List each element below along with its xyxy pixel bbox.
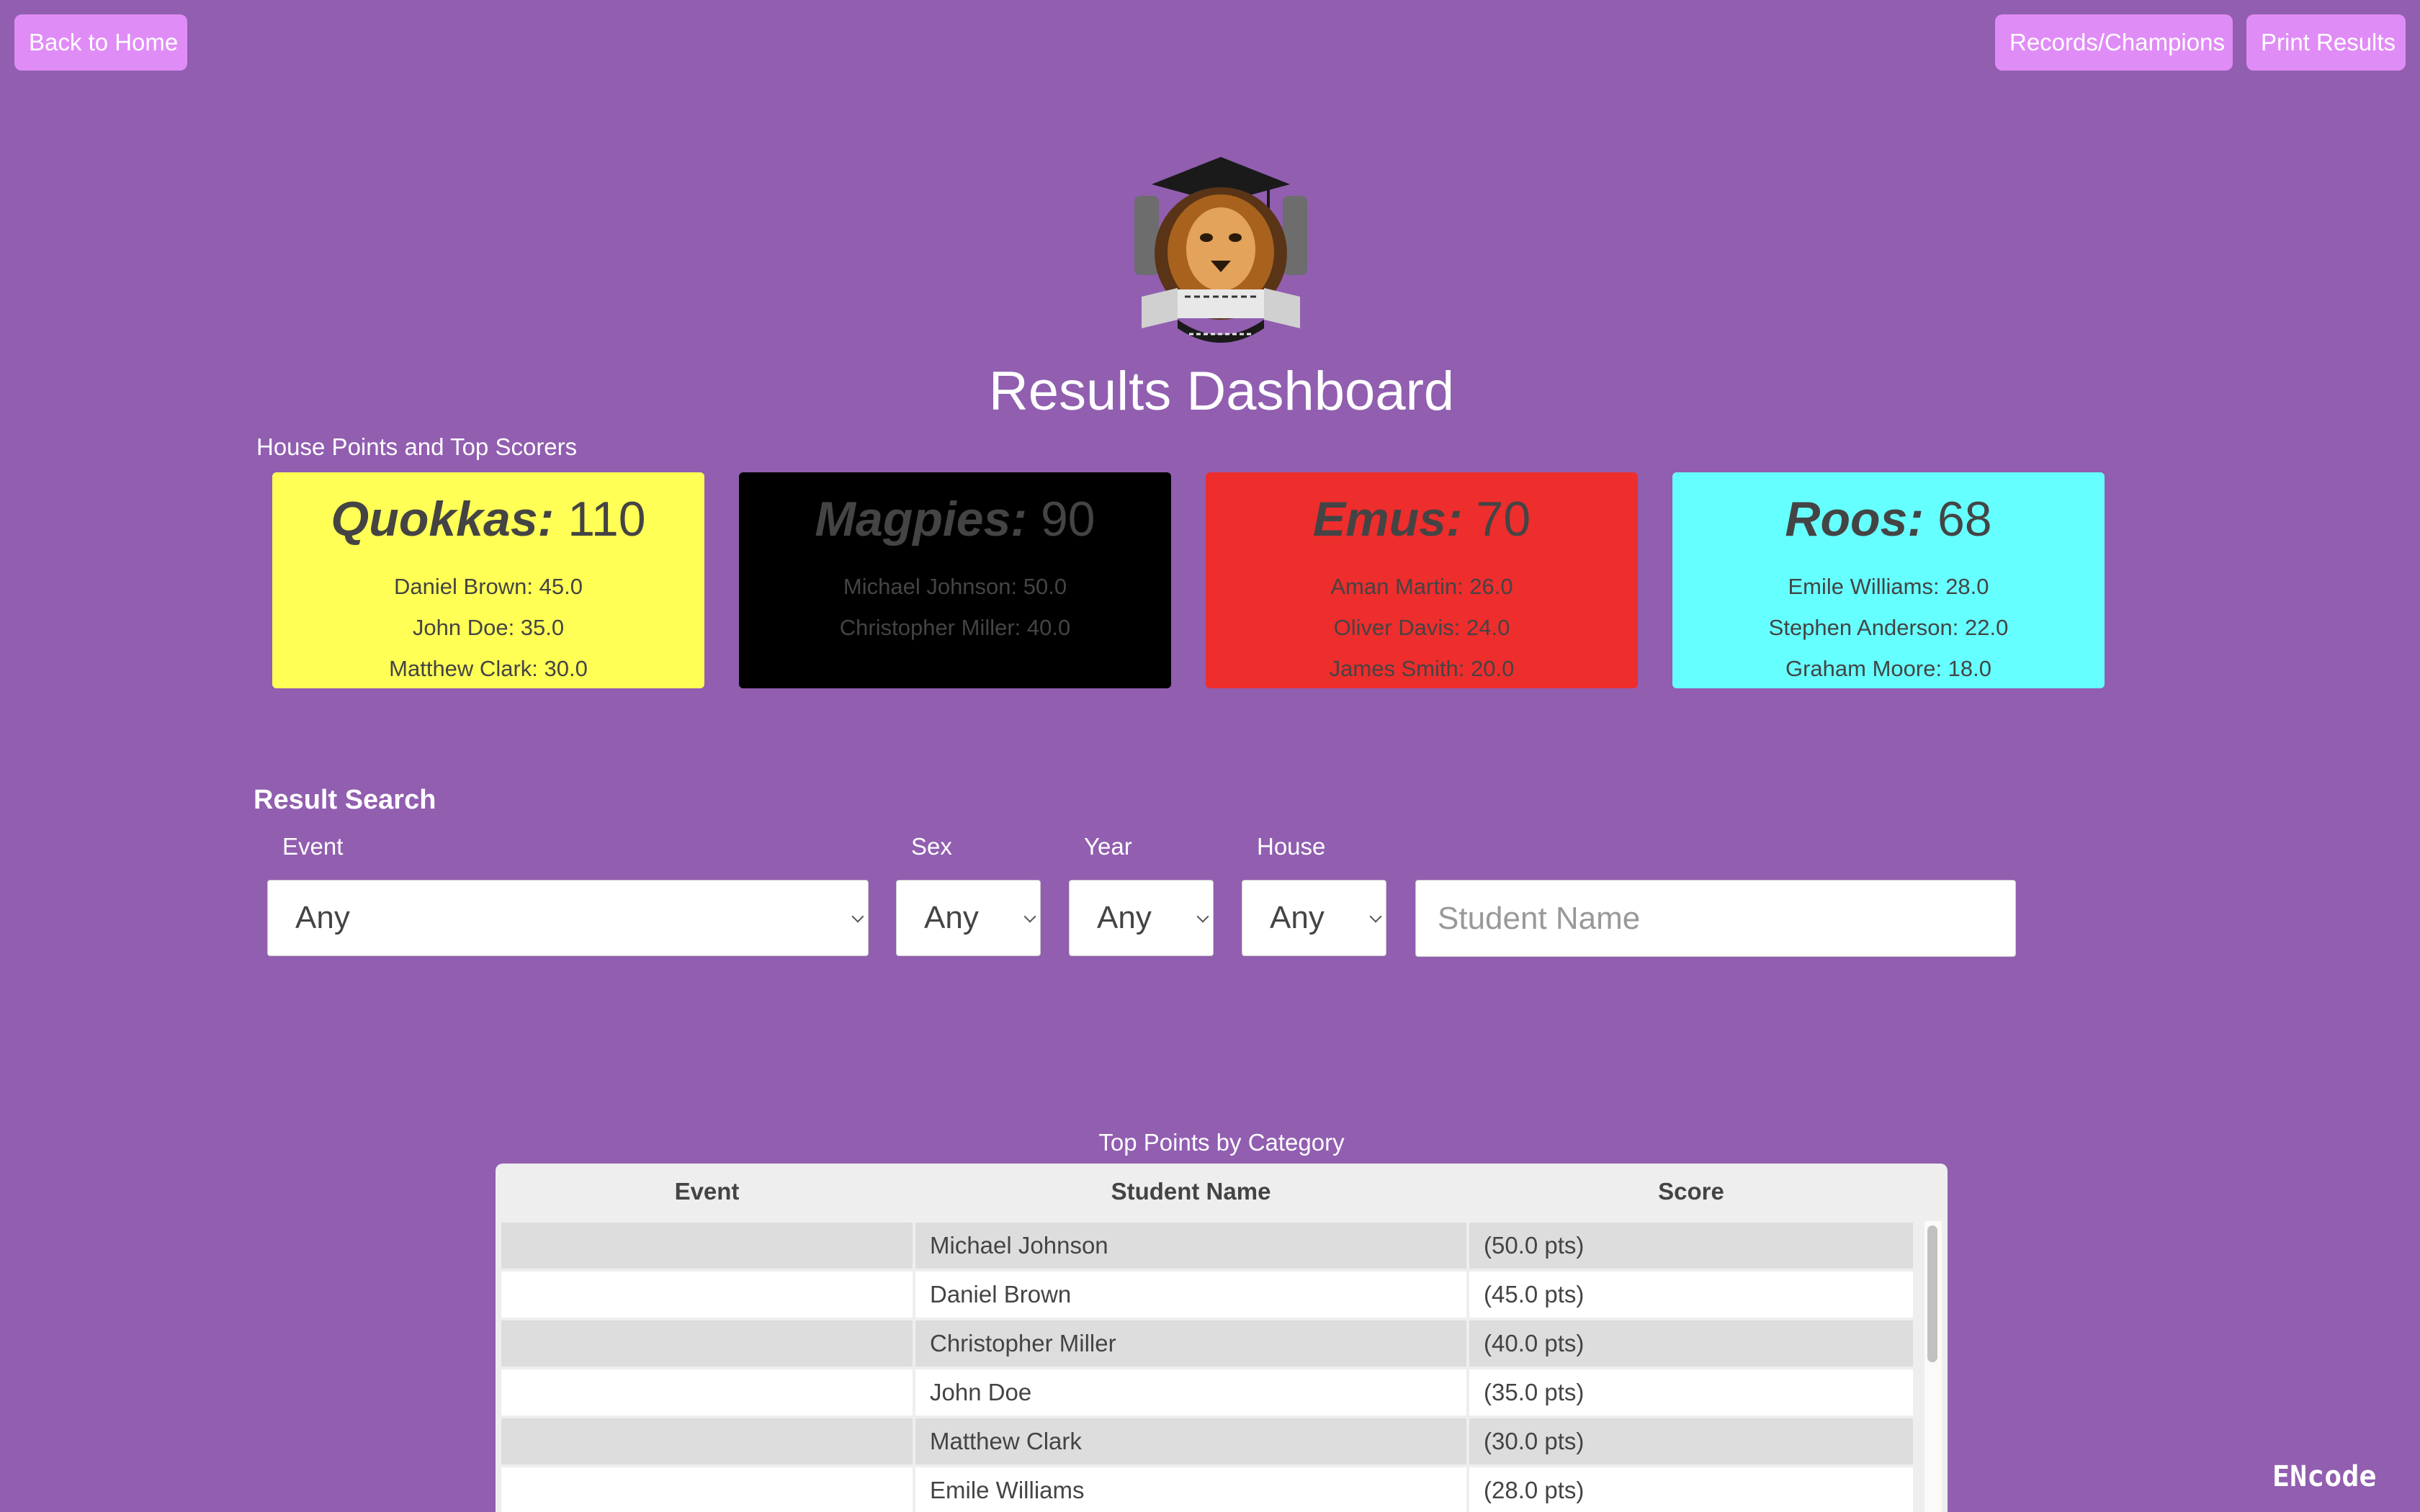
top-scorer: James Smith: 20.0 [1329, 656, 1515, 681]
year-select-value: Any [1097, 900, 1152, 935]
back-to-home-button[interactable]: Back to Home [14, 14, 187, 71]
student-name-cell: Michael Johnson [915, 1223, 1466, 1269]
house-heading: Roos: 68 [1672, 487, 2105, 552]
school-crest-logo [1134, 157, 1307, 343]
house-points: 110 [568, 492, 646, 546]
top-scorer: Daniel Brown: 45.0 [394, 574, 583, 599]
house-card-roos: Roos: 68 Emile Williams: 28.0 Stephen An… [1672, 472, 2105, 688]
house-points: 68 [1937, 492, 1992, 546]
score-cell: (28.0 pts) [1469, 1467, 1913, 1512]
student-name-cell: Daniel Brown [915, 1272, 1466, 1318]
house-card-emus: Emus: 70 Aman Martin: 26.0 Oliver Davis:… [1206, 472, 1638, 688]
event-cell [501, 1320, 913, 1367]
top-scorer: Christopher Miller: 40.0 [839, 615, 1071, 640]
year-filter-label: Year [1084, 833, 1132, 860]
score-cell: (30.0 pts) [1469, 1418, 1913, 1464]
student-name-cell: Matthew Clark [915, 1418, 1466, 1464]
house-name: Quokkas: [331, 492, 555, 546]
page-title: Results Dashboard [988, 361, 1455, 422]
chevron-down-icon [1196, 910, 1209, 923]
top-scorer: Stephen Anderson: 22.0 [1768, 615, 2009, 640]
house-card-magpies: Magpies: 90 Michael Johnson: 50.0 Christ… [739, 472, 1171, 688]
print-results-button[interactable]: Print Results [2246, 14, 2406, 71]
event-select-value: Any [295, 900, 350, 935]
student-name-cell: Emile Williams [915, 1467, 1466, 1512]
table-row[interactable]: Matthew Clark (30.0 pts) [501, 1418, 1913, 1464]
student-name-cell: Christopher Miller [915, 1320, 1466, 1367]
chevron-down-icon [851, 910, 864, 923]
house-points: 90 [1040, 492, 1095, 546]
column-header-score[interactable]: Score [1469, 1178, 1913, 1205]
event-cell [501, 1223, 913, 1269]
event-cell [501, 1418, 913, 1464]
table-row[interactable]: Daniel Brown (45.0 pts) [501, 1272, 1913, 1318]
top-scorer: Oliver Davis: 24.0 [1333, 615, 1510, 640]
records-champions-button[interactable]: Records/Champions [1995, 14, 2233, 71]
event-cell [501, 1467, 913, 1512]
chevron-down-icon [1023, 910, 1036, 923]
table-row[interactable]: Michael Johnson (50.0 pts) [501, 1223, 1913, 1269]
event-select[interactable]: Any [267, 880, 869, 956]
score-cell: (45.0 pts) [1469, 1272, 1913, 1318]
event-cell [501, 1369, 913, 1416]
top-scorer: Michael Johnson: 50.0 [843, 574, 1067, 599]
event-cell [501, 1272, 913, 1318]
house-name: Emus: [1312, 492, 1463, 546]
house-points-section-label: House Points and Top Scorers [256, 433, 578, 460]
table-row[interactable]: John Doe (35.0 pts) [501, 1369, 1913, 1416]
chevron-down-icon [1369, 910, 1382, 923]
sex-select-value: Any [924, 900, 979, 935]
top-scorer: Emile Williams: 28.0 [1788, 574, 1989, 599]
top-scorer: Graham Moore: 18.0 [1785, 656, 1992, 681]
house-heading: Magpies: 90 [739, 487, 1171, 552]
house-select-value: Any [1270, 900, 1325, 935]
house-card-quokkas: Quokkas: 110 Daniel Brown: 45.0 John Doe… [272, 472, 704, 688]
house-select[interactable]: Any [1242, 880, 1386, 956]
score-cell: (50.0 pts) [1469, 1223, 1913, 1269]
house-heading: Emus: 70 [1206, 487, 1638, 552]
top-scorer: Aman Martin: 26.0 [1330, 574, 1513, 599]
house-points: 70 [1476, 492, 1531, 546]
year-select[interactable]: Any [1069, 880, 1214, 956]
event-filter-label: Event [282, 833, 344, 860]
student-name-cell: John Doe [915, 1369, 1466, 1416]
table-row[interactable]: Christopher Miller (40.0 pts) [501, 1320, 1913, 1367]
top-points-table: Event Student Name Score Michael Johnson… [496, 1164, 1948, 1512]
student-name-input[interactable] [1415, 880, 2016, 957]
house-heading: Quokkas: 110 [272, 487, 704, 552]
score-cell: (35.0 pts) [1469, 1369, 1913, 1416]
sex-filter-label: Sex [911, 833, 952, 860]
house-filter-label: House [1257, 833, 1326, 860]
top-scorer: Matthew Clark: 30.0 [389, 656, 588, 681]
top-scorer: John Doe: 35.0 [412, 615, 565, 640]
encode-brand-mark: ENcode [2272, 1460, 2377, 1493]
score-cell: (40.0 pts) [1469, 1320, 1913, 1367]
column-header-student-name[interactable]: Student Name [915, 1178, 1466, 1205]
column-header-event[interactable]: Event [501, 1178, 913, 1205]
table-row[interactable]: Emile Williams (28.0 pts) [501, 1467, 1913, 1512]
top-points-table-title: Top Points by Category [1098, 1129, 1345, 1156]
result-search-title: Result Search [254, 785, 436, 815]
table-scrollbar-thumb[interactable] [1927, 1225, 1937, 1362]
house-name: Roos: [1785, 492, 1924, 546]
house-name: Magpies: [815, 492, 1028, 546]
sex-select[interactable]: Any [896, 880, 1041, 956]
